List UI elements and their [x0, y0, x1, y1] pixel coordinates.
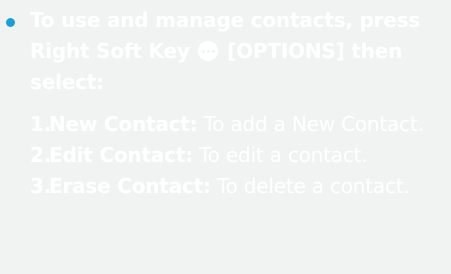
list-item-term: Erase Contact:	[49, 174, 211, 198]
list-item-number: 3.	[30, 174, 52, 198]
list-item-description: To add a New Contact.	[203, 112, 424, 136]
list-item-term: Edit Contact:	[49, 143, 193, 167]
list-item-term: New Contact:	[49, 112, 198, 136]
list-item-number: 2.	[30, 143, 52, 167]
manual-page: To use and manage contacts, press Right …	[0, 0, 451, 274]
softkey-options-icon	[198, 41, 219, 61]
list-item-erase-contact: 3. Erase Contact: To delete a contact.	[30, 171, 445, 202]
bullet-icon	[6, 18, 15, 27]
instruction-intro: To use and manage contacts, press Right …	[30, 5, 450, 98]
list-item-edit-contact: 2. Edit Contact: To edit a contact.	[30, 140, 445, 171]
list-item-description: To edit a contact.	[199, 143, 368, 167]
list-item-new-contact: 1. New Contact: To add a New Contact.	[30, 109, 445, 140]
options-list: 1. New Contact: To add a New Contact. 2.…	[30, 109, 445, 202]
list-item-description: To delete a contact.	[216, 174, 410, 198]
list-item-number: 1.	[30, 112, 52, 136]
